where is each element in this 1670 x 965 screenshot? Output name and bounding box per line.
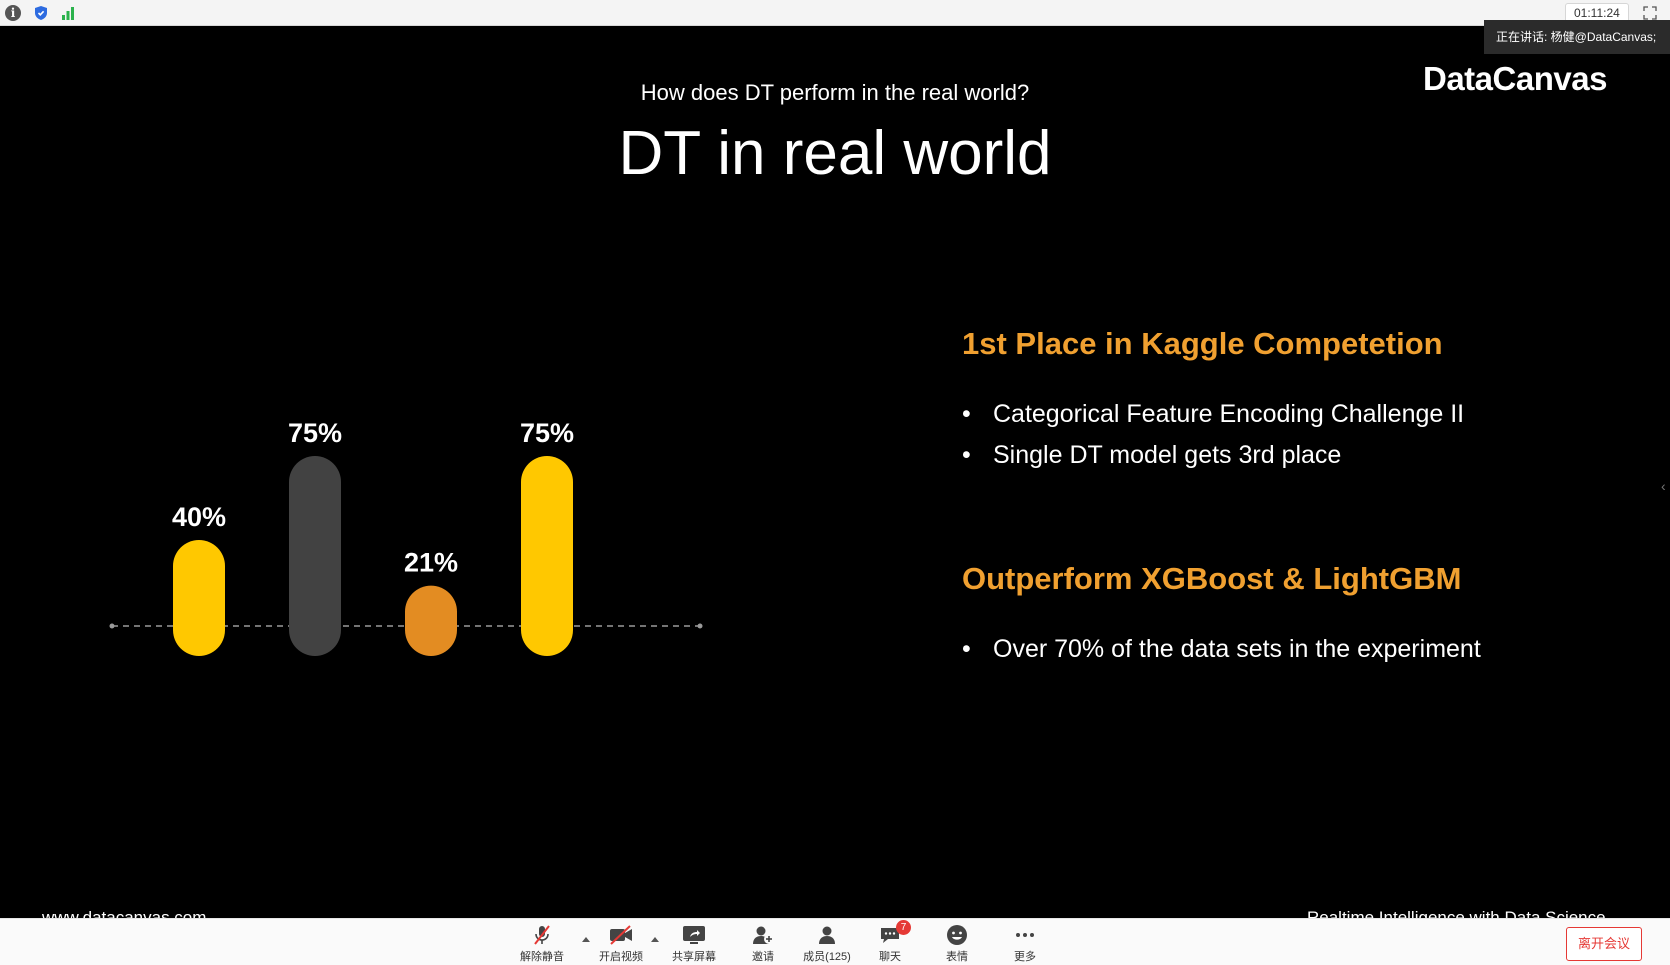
chart-bar bbox=[405, 585, 457, 656]
meeting-toolbar: 解除静音 开启视频 共享屏幕 邀请 成员(125) 7 聊天 表情 更多 离开会… bbox=[0, 918, 1670, 965]
more-label: 更多 bbox=[1014, 951, 1036, 963]
share-screen-icon bbox=[683, 926, 705, 944]
chart-data-label: 21% bbox=[404, 548, 458, 578]
percentage-bar-chart: 40% 75% 21% 75% bbox=[109, 418, 703, 656]
kaggle-bullet-list: Categorical Feature Encoding Challenge I… bbox=[962, 394, 1464, 476]
chart-data-label: 75% bbox=[288, 418, 342, 448]
start-video-label: 开启视频 bbox=[599, 951, 643, 963]
unmute-label: 解除静音 bbox=[520, 951, 564, 963]
chart-bar bbox=[173, 540, 225, 656]
emoji-icon bbox=[947, 925, 967, 945]
unmute-button[interactable]: 解除静音 bbox=[515, 923, 569, 965]
slide-subtitle: How does DT perform in the real world? bbox=[640, 80, 1030, 105]
window-top-bar: i 01:11:24 bbox=[0, 0, 1670, 26]
info-icon[interactable]: i bbox=[5, 5, 21, 21]
bullet-item: Categorical Feature Encoding Challenge I… bbox=[962, 394, 1464, 435]
invite-button[interactable]: 邀请 bbox=[744, 923, 782, 965]
leave-meeting-button[interactable]: 离开会议 bbox=[1566, 927, 1642, 961]
bullet-item: Single DT model gets 3rd place bbox=[962, 435, 1464, 476]
reactions-button[interactable]: 表情 bbox=[938, 923, 976, 965]
outperform-heading: Outperform XGBoost & LightGBM bbox=[962, 561, 1462, 596]
start-video-button[interactable]: 开启视频 bbox=[594, 923, 648, 965]
shield-icon[interactable] bbox=[33, 5, 49, 21]
participants-icon bbox=[819, 926, 835, 944]
slide-title: DT in real world bbox=[618, 119, 1052, 188]
active-speaker-indicator: 正在讲话: 杨健@DataCanvas; bbox=[1484, 20, 1670, 54]
participants-button[interactable]: 成员(125) bbox=[800, 923, 854, 965]
add-user-icon bbox=[753, 926, 774, 944]
chart-data-label: 75% bbox=[520, 418, 574, 448]
signal-strength-icon[interactable] bbox=[60, 5, 76, 21]
baseline-end-dot bbox=[697, 623, 703, 629]
side-panel-toggle-icon[interactable]: ‹ bbox=[1661, 478, 1666, 494]
fullscreen-icon[interactable] bbox=[1643, 6, 1657, 20]
chat-label: 聊天 bbox=[879, 951, 901, 963]
kaggle-heading: 1st Place in Kaggle Competetion bbox=[962, 326, 1443, 361]
outperform-bullet-list: Over 70% of the data sets in the experim… bbox=[962, 629, 1481, 670]
share-screen-button[interactable]: 共享屏幕 bbox=[666, 923, 722, 965]
baseline-start-dot bbox=[109, 623, 115, 629]
audio-options-caret-icon[interactable] bbox=[582, 937, 590, 942]
chart-bar bbox=[289, 456, 341, 656]
chat-button[interactable]: 7 聊天 bbox=[870, 920, 911, 965]
share-screen-label: 共享屏幕 bbox=[672, 951, 716, 963]
more-dots-icon bbox=[1016, 933, 1034, 937]
chart-data-label: 40% bbox=[172, 502, 226, 532]
participants-label: 成员(125) bbox=[803, 951, 851, 963]
chart-bar bbox=[521, 456, 573, 656]
reactions-label: 表情 bbox=[946, 951, 968, 963]
video-off-icon bbox=[610, 925, 632, 945]
muted-mic-icon bbox=[534, 925, 550, 945]
bullet-item: Over 70% of the data sets in the experim… bbox=[962, 629, 1481, 670]
invite-label: 邀请 bbox=[752, 951, 774, 963]
chat-unread-badge: 7 bbox=[896, 920, 911, 935]
datacanvas-logo: DataCanvas bbox=[1423, 60, 1607, 97]
video-options-caret-icon[interactable] bbox=[651, 937, 659, 942]
more-button[interactable]: 更多 bbox=[1006, 923, 1044, 965]
